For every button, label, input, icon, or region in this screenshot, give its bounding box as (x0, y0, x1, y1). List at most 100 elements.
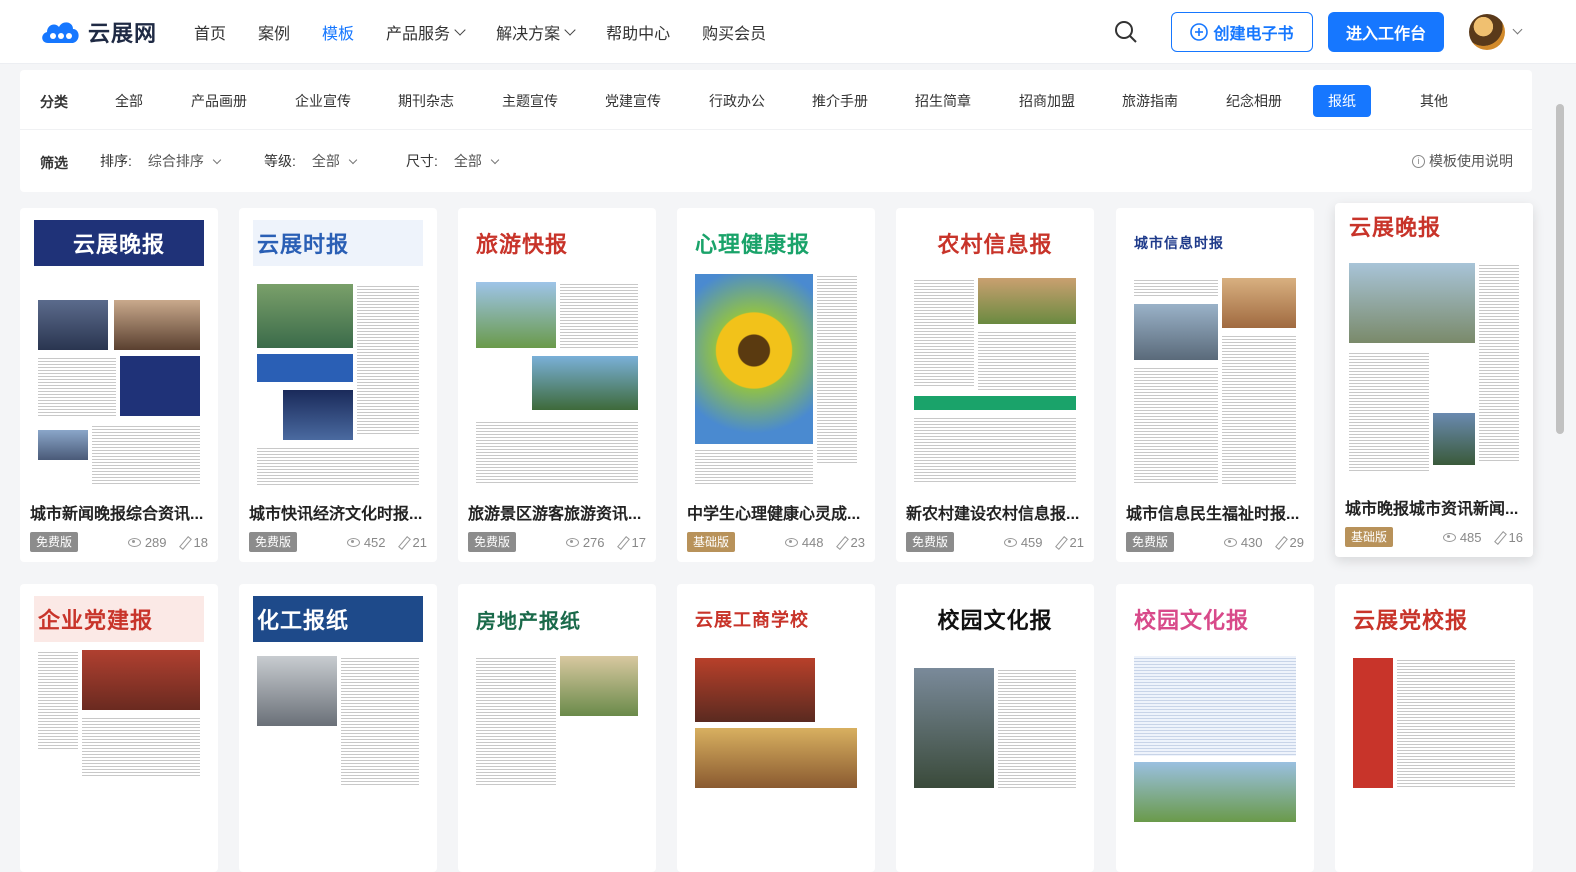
chevron-down-icon (454, 24, 466, 36)
logo[interactable]: 云展网 (38, 16, 157, 48)
news-photo (283, 390, 353, 440)
nav-cases[interactable]: 案例 (258, 20, 290, 44)
template-card[interactable]: 校园文化报 (896, 584, 1094, 872)
template-card[interactable]: 云展工商学校 (677, 584, 875, 872)
chevron-down-icon[interactable] (1512, 24, 1523, 35)
news-photo (120, 356, 200, 416)
page-scrollbar[interactable] (1556, 104, 1564, 434)
filter-label: 筛选 (40, 155, 68, 171)
nav-label: 案例 (258, 26, 291, 43)
template-thumbnail[interactable]: 云展时报 (253, 220, 423, 488)
eye-icon (784, 537, 798, 547)
news-photo (82, 650, 200, 710)
view-count: 430 (1240, 534, 1263, 550)
card-title[interactable]: 城市晚报城市资讯新闻... (1345, 495, 1523, 519)
template-thumbnail[interactable]: 城市信息时报 (1130, 220, 1300, 488)
category-album[interactable]: 纪念相册 (1224, 85, 1284, 117)
text-column (914, 416, 1076, 484)
template-card[interactable]: 企业党建报 (20, 584, 218, 872)
template-thumbnail[interactable]: 云展党校报 (1349, 596, 1519, 864)
avatar[interactable] (1469, 14, 1505, 50)
size-label: 尺寸: (406, 153, 438, 169)
nav-solutions[interactable]: 解决方案 (496, 20, 576, 44)
category-theme[interactable]: 主题宣传 (500, 85, 560, 117)
template-card[interactable]: 城市信息时报 城市信息民生福祉时报... 免费版 430 29 (1116, 208, 1314, 562)
masthead: 企业党建报 (34, 596, 204, 642)
template-thumbnail[interactable]: 心理健康报 (691, 220, 861, 488)
category-travel[interactable]: 旅游指南 (1120, 85, 1180, 117)
enter-workspace-button[interactable]: 进入工作台 (1328, 12, 1444, 52)
template-card[interactable]: 心理健康报 中学生心理健康心灵成... 基础版 448 23 (677, 208, 875, 562)
template-card[interactable]: 云展晚报 城市新闻晚报综合资讯... 免费版 289 18 (20, 208, 218, 562)
template-card[interactable]: 旅游快报 旅游景区游客旅游资讯... 免费版 276 17 (458, 208, 656, 562)
card-stats: 289 18 (127, 532, 208, 552)
template-card[interactable]: 校园文化报 (1116, 584, 1314, 872)
template-card[interactable]: 化工报纸 (239, 584, 437, 872)
news-photo (114, 300, 200, 350)
card-title[interactable]: 城市快讯经济文化时报... (249, 500, 427, 524)
template-thumbnail[interactable]: 化工报纸 (253, 596, 423, 864)
plan-badge: 基础版 (687, 532, 736, 552)
category-corporate[interactable]: 企业宣传 (293, 85, 353, 117)
card-title[interactable]: 城市新闻晚报综合资讯... (30, 500, 208, 524)
text-column (341, 656, 419, 786)
category-newspaper[interactable]: 报纸 (1313, 85, 1371, 117)
category-enrollment[interactable]: 招生简章 (913, 85, 973, 117)
template-thumbnail[interactable]: 旅游快报 (472, 220, 642, 488)
template-card[interactable]: 农村信息报 新农村建设农村信息报... 免费版 459 21 (896, 208, 1094, 562)
category-office[interactable]: 行政办公 (707, 85, 767, 117)
template-thumbnail[interactable]: 校园文化报 (1130, 596, 1300, 864)
template-thumbnail[interactable]: 云展工商学校 (691, 596, 861, 864)
edit-icon (836, 537, 847, 548)
news-photo (38, 430, 88, 460)
card-stats: 430 29 (1223, 532, 1304, 552)
plan-badge: 基础版 (1345, 527, 1394, 547)
template-help-link[interactable]: i 模板使用说明 (1412, 151, 1513, 171)
category-brochure[interactable]: 推介手册 (810, 85, 870, 117)
card-title[interactable]: 新农村建设农村信息报... (906, 500, 1084, 524)
nav-products[interactable]: 产品服务 (386, 20, 466, 44)
nav-membership[interactable]: 购买会员 (702, 20, 766, 44)
template-thumbnail[interactable]: 房地产报纸 (472, 596, 642, 864)
masthead: 化工报纸 (253, 596, 423, 642)
plus-circle-icon (1190, 23, 1209, 41)
text-column (1397, 658, 1515, 788)
news-photo (1353, 658, 1393, 788)
category-party[interactable]: 党建宣传 (603, 85, 663, 117)
nav-templates[interactable]: 模板 (322, 20, 354, 44)
category-row: 分类 全部 产品画册 企业宣传 期刊杂志 主题宣传 党建宣传 行政办公 推介手册… (20, 70, 1532, 130)
category-product-album[interactable]: 产品画册 (189, 85, 249, 117)
template-card[interactable]: 云展时报 城市快讯经济文化时报... 免费版 452 21 (239, 208, 437, 562)
search-icon[interactable] (1114, 20, 1138, 44)
news-photo (560, 656, 638, 716)
news-photo (257, 656, 337, 726)
nav-label: 购买会员 (702, 26, 767, 43)
card-title[interactable]: 旅游景区游客旅游资讯... (468, 500, 646, 524)
template-card-hovered[interactable]: 云展晚报 城市晚报城市资讯新闻... 基础版 485 16 (1335, 203, 1533, 557)
text-column (476, 420, 638, 484)
chevron-down-icon (348, 155, 358, 164)
edit-count: 23 (850, 534, 865, 550)
category-franchise[interactable]: 招商加盟 (1017, 85, 1077, 117)
sort-dropdown[interactable]: 排序: 综合排序 (100, 151, 222, 171)
nav-help[interactable]: 帮助中心 (606, 20, 670, 44)
template-thumbnail[interactable]: 农村信息报 (910, 220, 1080, 488)
card-title[interactable]: 中学生心理健康心灵成... (687, 500, 865, 524)
category-magazine[interactable]: 期刊杂志 (396, 85, 456, 117)
text-column (1134, 656, 1296, 756)
template-card[interactable]: 房地产报纸 (458, 584, 656, 872)
category-other[interactable]: 其他 (1418, 85, 1450, 117)
size-dropdown[interactable]: 尺寸: 全部 (406, 151, 500, 171)
nav-home[interactable]: 首页 (194, 20, 226, 44)
template-thumbnail[interactable]: 企业党建报 (34, 596, 204, 864)
category-all[interactable]: 全部 (113, 85, 145, 117)
template-thumbnail[interactable]: 云展晚报 (1345, 203, 1523, 483)
template-card[interactable]: 云展党校报 (1335, 584, 1533, 872)
news-photo (978, 278, 1076, 324)
template-thumbnail[interactable]: 云展晚报 (34, 220, 204, 488)
plan-badge: 免费版 (1126, 532, 1175, 552)
card-title[interactable]: 城市信息民生福祉时报... (1126, 500, 1304, 524)
template-thumbnail[interactable]: 校园文化报 (910, 596, 1080, 864)
create-ebook-button[interactable]: 创建电子书 (1171, 12, 1313, 52)
level-dropdown[interactable]: 等级: 全部 (264, 151, 358, 171)
